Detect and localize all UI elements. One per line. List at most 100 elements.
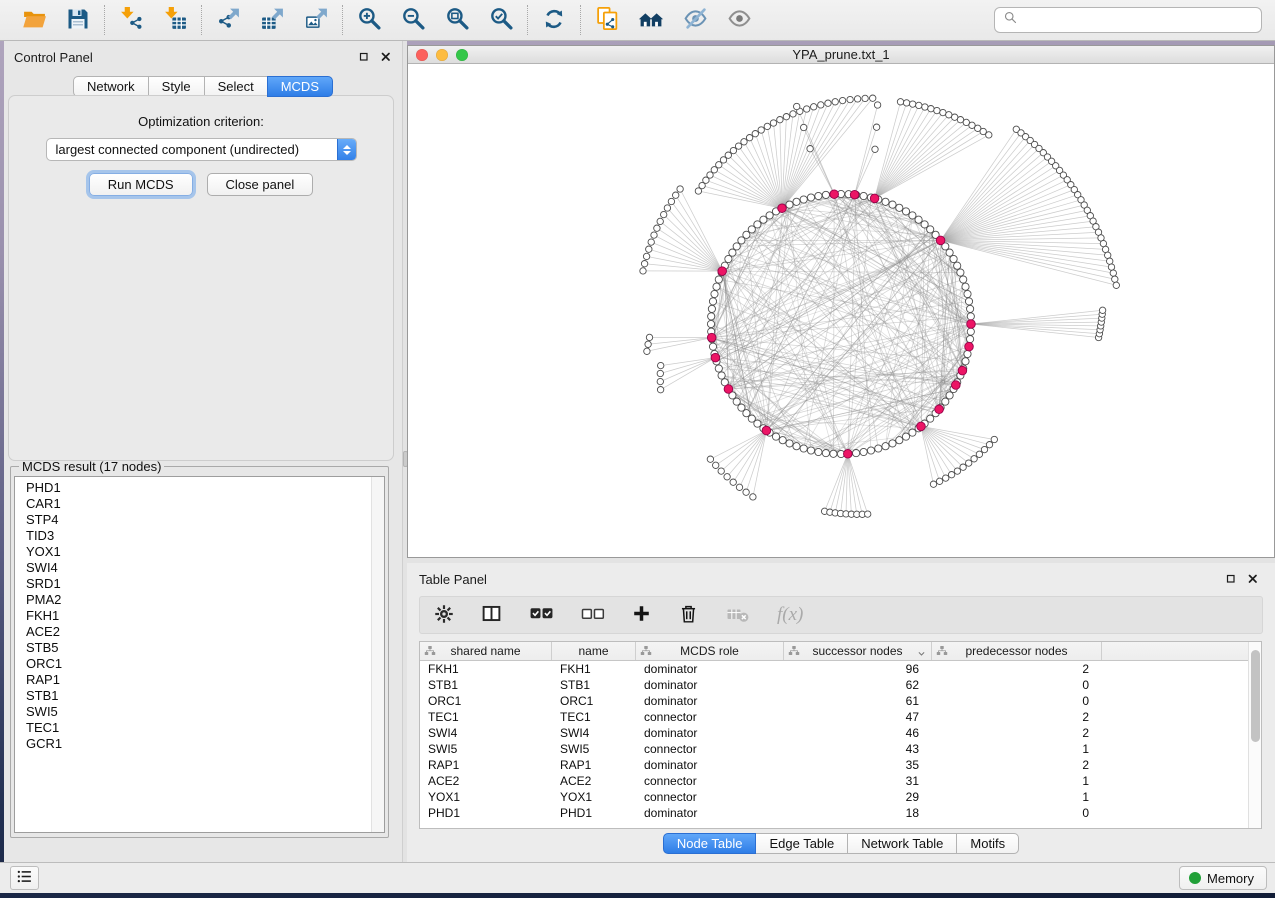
column-header-name[interactable]: name <box>552 642 636 660</box>
import-network-button[interactable] <box>116 3 146 37</box>
hide-selected-button[interactable] <box>680 3 710 37</box>
table-scrollbar-thumb[interactable] <box>1251 650 1260 742</box>
cell-name: SWI4 <box>552 725 636 741</box>
table-row[interactable]: ACE2ACE2connector311 <box>420 773 1261 789</box>
table-row[interactable]: STB1STB1dominator620 <box>420 677 1261 693</box>
column-header-MCDS-role[interactable]: MCDS role <box>636 642 784 660</box>
list-item[interactable]: SWI5 <box>26 704 384 720</box>
cell-successor-nodes: 47 <box>784 709 932 725</box>
zoom-window-light[interactable] <box>456 49 468 61</box>
shared-column-icon <box>936 645 948 660</box>
refresh-view-button[interactable] <box>539 3 569 37</box>
tab-mcds[interactable]: MCDS <box>267 76 333 97</box>
table-panel-close-icon[interactable] <box>1246 573 1259 586</box>
export-table-button[interactable] <box>257 3 287 37</box>
table-row[interactable]: PHD1PHD1dominator180 <box>420 805 1261 821</box>
column-header-successor-nodes[interactable]: successor nodes <box>784 642 932 660</box>
zoom-out-button[interactable] <box>398 3 428 37</box>
criterion-select[interactable]: largest connected component (undirected) <box>46 138 357 161</box>
tab-style[interactable]: Style <box>148 76 205 97</box>
search-input[interactable] <box>1018 10 1261 30</box>
table-row[interactable]: ORC1ORC1dominator610 <box>420 693 1261 709</box>
task-history-button[interactable] <box>10 866 39 890</box>
search-field[interactable] <box>994 7 1262 33</box>
first-neighbors-button[interactable] <box>636 3 666 37</box>
column-header-shared-name[interactable]: shared name <box>420 642 552 660</box>
table-options-gear-icon <box>434 604 454 627</box>
cell-predecessor-nodes: 0 <box>932 677 1102 693</box>
cell-predecessor-nodes: 1 <box>932 789 1102 805</box>
export-image-button[interactable] <box>301 3 331 37</box>
zoom-in-button[interactable] <box>354 3 384 37</box>
add-column-button[interactable] <box>632 604 651 626</box>
table-row[interactable]: TEC1TEC1connector472 <box>420 709 1261 725</box>
show-hidden-button[interactable] <box>724 3 754 37</box>
column-label: name <box>578 644 608 658</box>
memory-button[interactable]: Memory <box>1179 866 1267 890</box>
list-item[interactable]: SWI4 <box>26 560 384 576</box>
cell-shared-name: YOX1 <box>420 789 552 805</box>
zoom-fit-button[interactable] <box>442 3 472 37</box>
list-item[interactable]: PMA2 <box>26 592 384 608</box>
minimize-window-light[interactable] <box>436 49 448 61</box>
table-scrollbar[interactable] <box>1248 642 1261 828</box>
memory-label: Memory <box>1207 871 1254 886</box>
select-all-rows-button[interactable] <box>529 601 554 629</box>
column-label: successor nodes <box>812 644 902 658</box>
list-item[interactable]: GCR1 <box>26 736 384 752</box>
list-item[interactable]: STB5 <box>26 640 384 656</box>
list-item[interactable]: CAR1 <box>26 496 384 512</box>
table-row[interactable]: RAP1RAP1dominator352 <box>420 757 1261 773</box>
list-item[interactable]: TEC1 <box>26 720 384 736</box>
close-mcds-panel-button[interactable]: Close panel <box>207 173 314 196</box>
export-network-button[interactable] <box>213 3 243 37</box>
open-file-button[interactable] <box>19 3 49 37</box>
table-row[interactable]: FKH1FKH1dominator962 <box>420 661 1261 677</box>
control-panel-header: Control Panel <box>4 41 402 67</box>
list-item[interactable]: TID3 <box>26 528 384 544</box>
copy-network-button[interactable] <box>592 3 622 37</box>
list-item[interactable]: SRD1 <box>26 576 384 592</box>
deselect-all-rows-button[interactable] <box>581 602 605 629</box>
tab-node-table[interactable]: Node Table <box>663 833 757 854</box>
table-row[interactable]: SWI5SWI5connector431 <box>420 741 1261 757</box>
import-table-button[interactable] <box>160 3 190 37</box>
tab-motifs[interactable]: Motifs <box>956 833 1019 854</box>
mcds-result-list[interactable]: PHD1CAR1STP4TID3YOX1SWI4SRD1PMA2FKH1ACE2… <box>14 476 385 833</box>
list-item[interactable]: YOX1 <box>26 544 384 560</box>
column-visibility-button[interactable] <box>481 603 502 627</box>
table-options-gear-button[interactable] <box>434 604 454 627</box>
network-window-titlebar[interactable]: YPA_prune.txt_1 <box>408 46 1274 64</box>
tab-network[interactable]: Network <box>73 76 149 97</box>
close-window-light[interactable] <box>416 49 428 61</box>
shared-column-icon <box>640 645 652 660</box>
list-item[interactable]: ACE2 <box>26 624 384 640</box>
list-item[interactable]: RAP1 <box>26 672 384 688</box>
zoom-selected-button[interactable] <box>486 3 516 37</box>
network-canvas[interactable] <box>408 64 1274 557</box>
mcds-options-box: Optimization criterion: largest connecte… <box>8 95 394 461</box>
table-panel-float-icon[interactable] <box>1224 573 1237 586</box>
list-item[interactable]: STB1 <box>26 688 384 704</box>
tab-network-table[interactable]: Network Table <box>847 833 957 854</box>
delete-column-icon <box>678 603 699 627</box>
table-panel-title: Table Panel <box>419 572 487 587</box>
search-icon <box>1003 10 1018 30</box>
control-panel-float-icon[interactable] <box>357 51 370 64</box>
run-mcds-button[interactable]: Run MCDS <box>89 173 193 196</box>
list-item[interactable]: STP4 <box>26 512 384 528</box>
list-item[interactable]: PHD1 <box>26 480 384 496</box>
table-row[interactable]: YOX1YOX1connector291 <box>420 789 1261 805</box>
tab-select[interactable]: Select <box>204 76 268 97</box>
delete-column-button[interactable] <box>678 603 699 627</box>
control-panel-close-icon[interactable] <box>379 51 392 64</box>
tab-edge-table[interactable]: Edge Table <box>755 833 848 854</box>
table-row[interactable]: SWI4SWI4dominator462 <box>420 725 1261 741</box>
list-item[interactable]: ORC1 <box>26 656 384 672</box>
node-table: shared name name MCDS role successor nodes p… <box>419 641 1262 829</box>
column-header-predecessor-nodes[interactable]: predecessor nodes <box>932 642 1102 660</box>
save-session-button[interactable] <box>63 3 93 37</box>
result-list-scrollbar[interactable] <box>371 477 384 832</box>
list-item[interactable]: FKH1 <box>26 608 384 624</box>
column-label: shared name <box>450 644 520 658</box>
